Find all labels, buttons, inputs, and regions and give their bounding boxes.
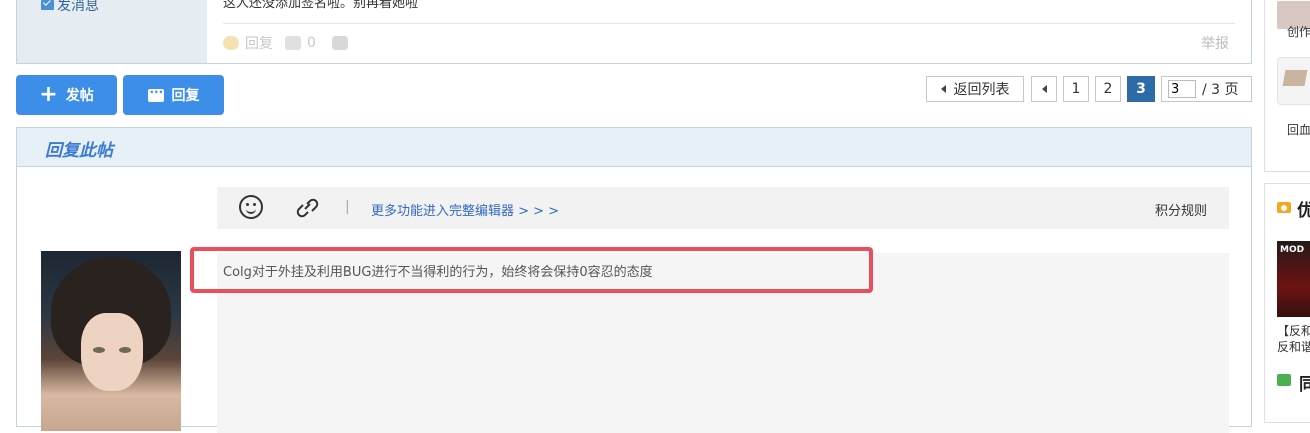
heal-thumbnail[interactable] — [1277, 57, 1310, 105]
camera-icon — [1277, 202, 1291, 213]
chart-icon — [1277, 374, 1291, 386]
like-count: 0 — [307, 35, 316, 51]
prev-page-button[interactable] — [1031, 76, 1057, 102]
editor-toolbar: | 更多功能进入完整编辑器 > > > 积分规则 — [217, 187, 1229, 229]
sidebar-card-bottom: 优 MOD 【反和 反和谐 同 — [1264, 183, 1310, 423]
post-signature: 这人还没添加签名啦。别再看她啦 — [223, 0, 419, 11]
sidebar-label-heal[interactable]: 回血 — [1287, 121, 1310, 138]
full-editor-link[interactable]: 更多功能进入完整编辑器 > > > — [371, 200, 559, 219]
reply-button-label: 回复 — [171, 88, 200, 104]
reply-title: 回复此帖 — [45, 141, 113, 161]
page-3-button-current[interactable]: 3 — [1127, 76, 1155, 102]
new-post-button[interactable]: + 发帖 — [16, 75, 117, 115]
envelope-icon — [41, 0, 54, 10]
mod-thumbnail-text: MOD — [1280, 245, 1305, 255]
post-actions: 回复 0 — [223, 33, 348, 53]
reply-link[interactable]: 回复 — [245, 33, 273, 53]
report-link[interactable]: 举报 — [1201, 33, 1229, 53]
send-message-label: 发消息 — [57, 0, 99, 14]
mod-thumbnail[interactable]: MOD — [1277, 241, 1310, 317]
sidebar-item-title-2[interactable]: 反和谐 — [1277, 338, 1310, 355]
plus-icon: + — [39, 82, 58, 107]
book-icon — [1282, 70, 1308, 86]
link-icon[interactable] — [293, 195, 321, 221]
sidebar-card-top: 创作 回血 — [1264, 0, 1310, 172]
thumbs-down-icon[interactable] — [331, 36, 348, 50]
toolbar-separator: | — [345, 199, 350, 215]
highlight-annotation — [190, 247, 873, 293]
new-post-label: 发帖 — [65, 88, 94, 104]
post-block: 发消息 这人还没添加签名啦。别再看她啦 回复 0 举报 — [16, 0, 1252, 64]
arrow-left-icon — [1041, 85, 1047, 93]
sidebar-item-title-1[interactable]: 【反和 — [1277, 322, 1310, 339]
post-divider — [223, 23, 1235, 24]
back-to-list-button[interactable]: 返回列表 — [926, 76, 1024, 102]
sidebar-heading: 优 — [1297, 201, 1310, 221]
reply-bubble-icon[interactable] — [223, 36, 239, 50]
smile-icon[interactable] — [239, 195, 263, 219]
arrow-left-icon — [940, 85, 946, 93]
sidebar-heading-2: 同 — [1299, 375, 1310, 395]
page-number-input[interactable] — [1168, 80, 1196, 98]
page-jump: / 3 页 — [1161, 76, 1252, 102]
points-rule-link[interactable]: 积分规则 — [1155, 200, 1207, 219]
reply-button[interactable]: 回复 — [123, 75, 224, 115]
page-1-button[interactable]: 1 — [1063, 76, 1089, 102]
sidebar-label-creation[interactable]: 创作 — [1287, 23, 1310, 40]
page-total: / 3 页 — [1202, 82, 1239, 98]
page-2-button[interactable]: 2 — [1095, 76, 1121, 102]
back-to-list-label: 返回列表 — [953, 82, 1010, 98]
author-column: 发消息 — [17, 0, 207, 63]
send-message-link[interactable]: 发消息 — [41, 0, 99, 15]
thumbs-up-icon[interactable] — [285, 36, 301, 50]
chat-icon — [147, 85, 164, 102]
reply-header: 回复此帖 — [17, 128, 1251, 167]
user-avatar — [41, 251, 181, 431]
